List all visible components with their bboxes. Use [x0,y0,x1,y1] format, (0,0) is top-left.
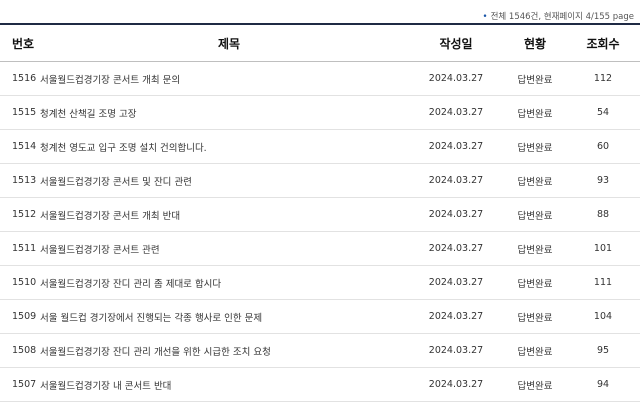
row-views: 60 [596,141,610,152]
row-status: 답변완료 [517,142,553,154]
row-title-link[interactable]: 서울월드컵경기장 잔디 관리 개선을 위한 시급한 조치 요청 [40,344,408,358]
table-row[interactable]: 1508 서울월드컵경기장 잔디 관리 개선을 위한 시급한 조치 요청 2024.… [0,334,640,368]
row-no: 1516 [12,73,37,84]
row-views: 54 [596,107,610,118]
row-title-link[interactable]: 서울월드컵경기장 콘서트 개최 문의 [40,72,408,86]
row-title-link[interactable]: 서울월드컵경기장 콘서트 개최 반대 [40,208,408,222]
row-date: 2024.03.27 [428,277,484,288]
header-date: 작성일 [439,36,473,51]
table-row[interactable]: 1514 청계천 영도교 입구 조명 설치 건의합니다. 2024.03.27 답변완… [0,130,640,164]
table-row[interactable]: 1516 서울월드컵경기장 콘서트 개최 문의 2024.03.27 답변완료 112 [0,62,640,96]
row-date: 2024.03.27 [428,209,484,220]
row-title-link[interactable]: 서울월드컵경기장 내 콘서트 반대 [40,378,408,392]
table-body: 1516 서울월드컵경기장 콘서트 개최 문의 2024.03.27 답변완료 112 1… [0,62,640,402]
row-views: 95 [596,345,610,356]
row-status: 답변완료 [517,278,553,290]
row-status: 답변완료 [517,380,553,392]
row-views: 101 [593,243,613,254]
table-row[interactable]: 1510 서울월드컵경기장 잔디 관리 좀 제대로 합시다 2024.03.27 답변… [0,266,640,300]
row-title-link[interactable]: 청계천 산책길 조명 고장 [40,106,408,120]
row-no: 1514 [12,141,37,152]
row-no: 1511 [12,243,37,254]
row-status: 답변완료 [517,312,553,324]
summary-bullet: • [482,12,488,22]
row-no: 1509 [12,311,37,322]
row-title-link[interactable]: 청계천 영도교 입구 조명 설치 건의합니다. [40,140,408,154]
row-no: 1508 [12,345,37,356]
table-row[interactable]: 1512 서울월드컵경기장 콘서트 개최 반대 2024.03.27 답변완료 88 [0,198,640,232]
table-row[interactable]: 1509 서울 월드컵 경기장에서 진행되는 각종 행사로 인한 문제 2024.0… [0,300,640,334]
row-date: 2024.03.27 [428,311,484,322]
row-date: 2024.03.27 [428,175,484,186]
row-status: 답변완료 [517,74,553,86]
table-header: 번호 제목 작성일 현황 조회수 [0,25,640,62]
row-title-link[interactable]: 서울월드컵경기장 콘서트 관련 [40,242,408,256]
row-status: 답변완료 [517,244,553,256]
row-no: 1513 [12,175,37,186]
row-no: 1512 [12,209,37,220]
row-title-link[interactable]: 서울 월드컵 경기장에서 진행되는 각종 행사로 인한 문제 [40,310,408,324]
row-views: 112 [593,73,613,84]
row-views: 88 [596,209,610,220]
row-date: 2024.03.27 [428,379,484,390]
row-views: 104 [593,311,613,322]
row-date: 2024.03.27 [428,141,484,152]
row-views: 94 [596,379,610,390]
header-status: 현황 [523,36,547,51]
header-views: 조회수 [586,36,620,51]
table-row[interactable]: 1507 서울월드컵경기장 내 콘서트 반대 2024.03.27 답변완료 94 [0,368,640,402]
summary-text: 전체 1546건, 현재페이지 4/155 page [490,12,634,22]
board-table: 번호 제목 작성일 현황 조회수 1516 서울월드컵경기장 콘서트 개최 문의 2… [0,23,640,402]
row-date: 2024.03.27 [428,73,484,84]
row-no: 1507 [12,379,37,390]
row-status: 답변완료 [517,176,553,188]
board-summary: • 전체 1546건, 현재페이지 4/155 page [0,0,640,22]
row-views: 111 [593,277,613,288]
header-title: 제목 [217,36,241,51]
table-row[interactable]: 1515 청계천 산책길 조명 고장 2024.03.27 답변완료 54 [0,96,640,130]
row-status: 답변완료 [517,210,553,222]
row-title-link[interactable]: 서울월드컵경기장 콘서트 및 잔디 관련 [40,174,408,188]
row-date: 2024.03.27 [428,107,484,118]
row-no: 1515 [12,107,37,118]
table-row[interactable]: 1513 서울월드컵경기장 콘서트 및 잔디 관련 2024.03.27 답변완료 93 [0,164,640,198]
row-no: 1510 [12,277,37,288]
row-views: 93 [596,175,610,186]
table-row[interactable]: 1511 서울월드컵경기장 콘서트 관련 2024.03.27 답변완료 101 [0,232,640,266]
header-no: 번호 [12,36,35,51]
row-date: 2024.03.27 [428,243,484,254]
row-status: 답변완료 [517,108,553,120]
row-title-link[interactable]: 서울월드컵경기장 잔디 관리 좀 제대로 합시다 [40,276,408,290]
row-status: 답변완료 [517,346,553,358]
row-date: 2024.03.27 [428,345,484,356]
